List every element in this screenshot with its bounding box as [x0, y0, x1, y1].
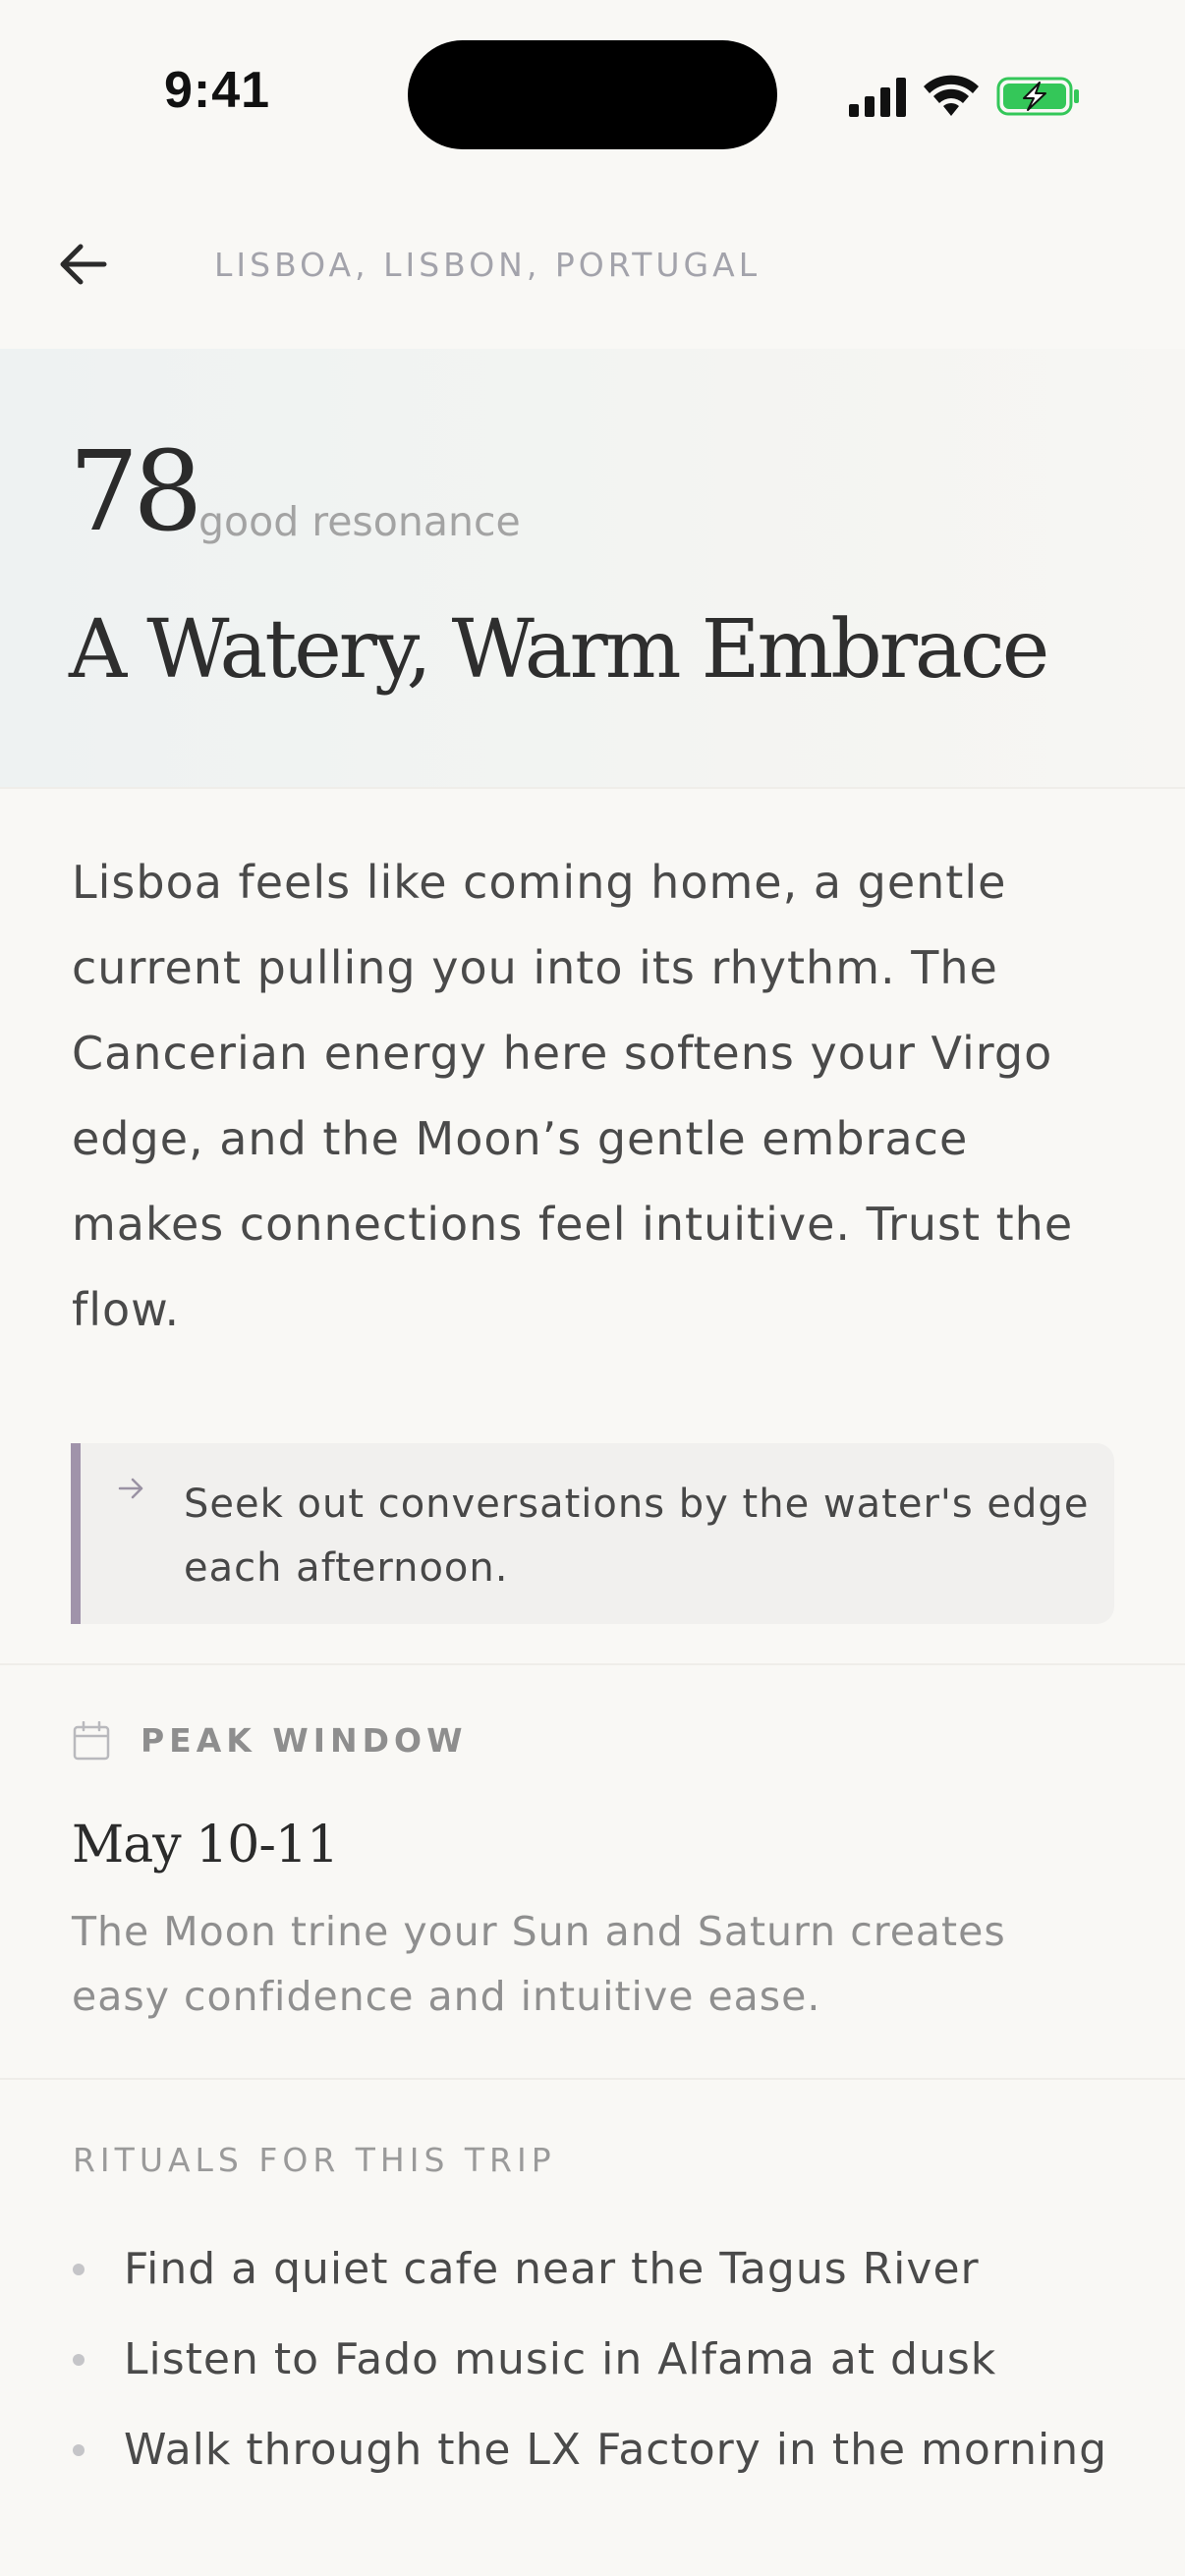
bullet-dot-icon	[73, 2354, 85, 2366]
dynamic-island	[408, 40, 777, 149]
rituals-heading: RITUALS FOR THIS TRIP	[73, 2141, 556, 2179]
arrow-left-icon[interactable]	[49, 231, 116, 298]
ritual-text: Find a quiet cafe near the Tagus River	[124, 2244, 980, 2294]
wifi-icon	[924, 75, 979, 116]
bullet-dot-icon	[73, 2444, 85, 2456]
resonance-score: 78	[69, 428, 202, 556]
page-title: A Watery, Warm Embrace	[69, 603, 1049, 697]
peak-window-date: May 10-11	[72, 1816, 339, 1875]
list-item: Walk through the LX Factory in the morni…	[0, 2413, 1185, 2503]
resonance-score-label: good resonance	[198, 498, 521, 545]
tip-text: Seek out conversations by the water's ed…	[184, 1482, 1090, 1591]
ritual-text: Listen to Fado music in Alfama at dusk	[124, 2334, 997, 2384]
resonance-hero: 78 good resonance A Watery, Warm Embrace	[0, 349, 1185, 789]
list-item: Listen to Fado music in Alfama at dusk	[0, 2323, 1185, 2413]
calendar-icon	[73, 1721, 110, 1761]
location-title: LISBOA, LISBON, PORTUGAL	[214, 246, 762, 284]
peak-window-section: PEAK WINDOW May 10-11 The Moon trine you…	[0, 1665, 1185, 2078]
list-item: Find a quiet cafe near the Tagus River	[0, 2232, 1185, 2323]
rituals-list: Find a quiet cafe near the Tagus River L…	[0, 2232, 1185, 2503]
peak-window-description: The Moon trine your Sun and Saturn creat…	[72, 1908, 1006, 2020]
nav-bar: LISBOA, LISBON, PORTUGAL	[0, 196, 1185, 344]
arrow-right-icon	[118, 1478, 143, 1499]
location-description: Lisboa feels like coming home, a gentle …	[72, 856, 1074, 1336]
bullet-dot-icon	[73, 2264, 85, 2275]
signal-icon	[849, 78, 906, 117]
battery-charging-icon	[996, 77, 1079, 116]
peak-window-label: PEAK WINDOW	[141, 1721, 468, 1760]
tip-callout: Seek out conversations by the water's ed…	[71, 1443, 1114, 1624]
ritual-text: Walk through the LX Factory in the morni…	[124, 2425, 1108, 2475]
rituals-section: RITUALS FOR THIS TRIP Find a quiet cafe …	[0, 2080, 1185, 2551]
status-bar: 9:41	[0, 0, 1185, 196]
status-time: 9:41	[164, 62, 271, 119]
